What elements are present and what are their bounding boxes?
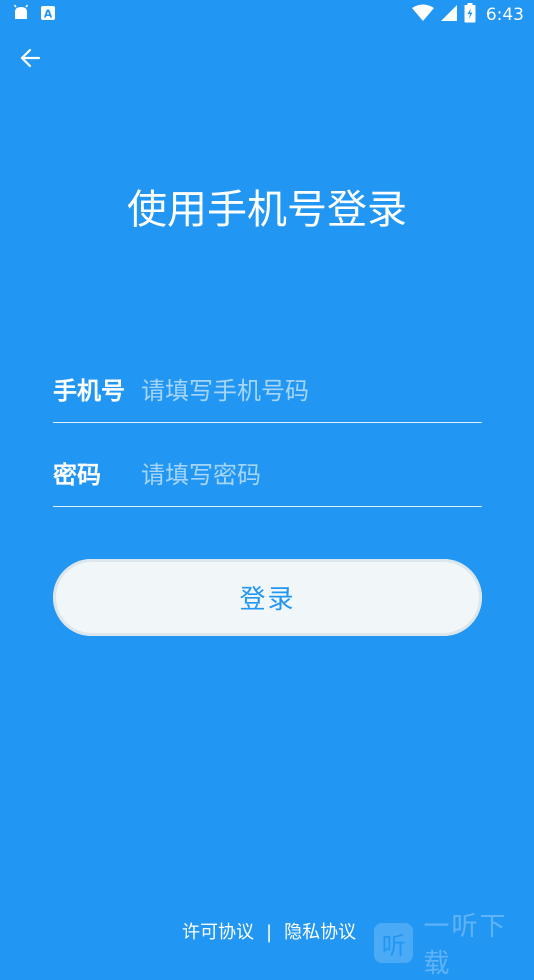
license-agreement-link[interactable]: 许可协议 [182, 918, 254, 948]
login-button-label: 登录 [239, 585, 296, 615]
watermark-logo-char: 听 [381, 931, 406, 960]
back-button[interactable] [14, 44, 46, 76]
arrow-left-icon [19, 47, 41, 73]
status-right: 6:43 [411, 3, 524, 27]
privacy-agreement-link[interactable]: 隐私协议 [284, 918, 356, 948]
status-time: 6:43 [485, 5, 524, 25]
wifi-icon [411, 4, 434, 26]
signal-icon [440, 4, 458, 26]
password-label: 密码 [53, 461, 101, 489]
page-title: 使用手机号登录 [127, 187, 407, 233]
status-bar: A 6:43 [0, 0, 534, 28]
android-icon [12, 4, 30, 26]
a-notification-icon: A [40, 5, 56, 25]
battery-icon [464, 3, 476, 27]
watermark: 听 一听下载 [374, 906, 534, 980]
phone-field-row: 手机号 [53, 362, 482, 423]
footer-separator: | [266, 922, 273, 943]
password-field-row: 密码 [53, 446, 482, 507]
phone-input[interactable] [141, 372, 471, 410]
phone-label: 手机号 [53, 377, 125, 405]
svg-text:A: A [44, 8, 53, 21]
footer-links: 许可协议 | 隐私协议 [182, 918, 356, 948]
status-left: A [12, 4, 56, 26]
watermark-text: 一听下载 [423, 912, 508, 979]
password-input[interactable] [141, 456, 471, 494]
watermark-logo-icon: 听 [374, 923, 414, 963]
login-button[interactable]: 登录 [53, 559, 482, 636]
